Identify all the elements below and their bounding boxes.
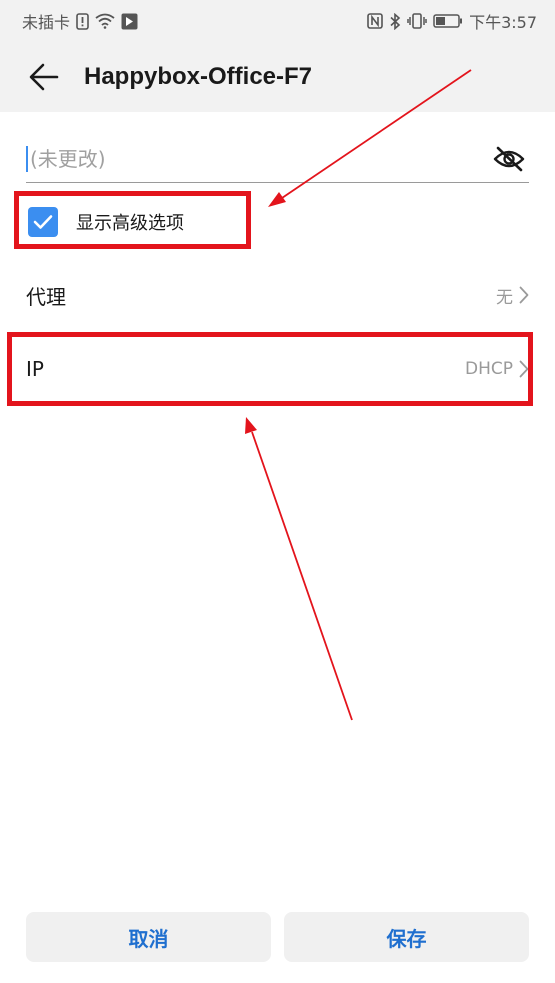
cancel-button[interactable]: 取消 <box>26 912 271 962</box>
annotation-highlight-box <box>14 191 251 249</box>
annotation-highlight-box <box>7 332 533 406</box>
status-time: 下午3:57 <box>469 13 537 32</box>
eye-hidden-icon <box>493 146 525 172</box>
bluetooth-icon <box>389 12 401 30</box>
title-bar: Happybox-Office-F7 <box>0 42 555 112</box>
status-bar: 未插卡 下午3:57 <box>0 0 555 42</box>
proxy-value-wrap: 无 <box>496 283 529 308</box>
chevron-right-icon <box>519 286 529 304</box>
vibrate-icon <box>407 13 427 29</box>
wifi-icon <box>95 13 115 29</box>
back-arrow-icon <box>29 63 59 91</box>
status-right: 下午3:57 <box>367 9 537 33</box>
proxy-label: 代理 <box>26 284 66 309</box>
page-title: Happybox-Office-F7 <box>84 63 313 90</box>
password-field-row <box>26 136 529 183</box>
battery-icon <box>433 14 463 28</box>
save-button[interactable]: 保存 <box>284 912 529 962</box>
notification-icon <box>121 13 138 30</box>
toggle-password-visibility-button[interactable] <box>489 139 529 179</box>
password-input[interactable] <box>30 139 489 179</box>
proxy-value: 无 <box>496 287 513 308</box>
proxy-row[interactable]: 代理 无 <box>26 270 529 320</box>
back-button[interactable] <box>14 47 74 107</box>
text-caret <box>26 146 28 172</box>
annotation-arrow <box>245 417 353 721</box>
nfc-icon <box>367 13 383 29</box>
carrier-text: 未插卡 <box>22 13 71 32</box>
sim-alert-icon <box>76 12 89 30</box>
status-left: 未插卡 <box>22 9 138 33</box>
